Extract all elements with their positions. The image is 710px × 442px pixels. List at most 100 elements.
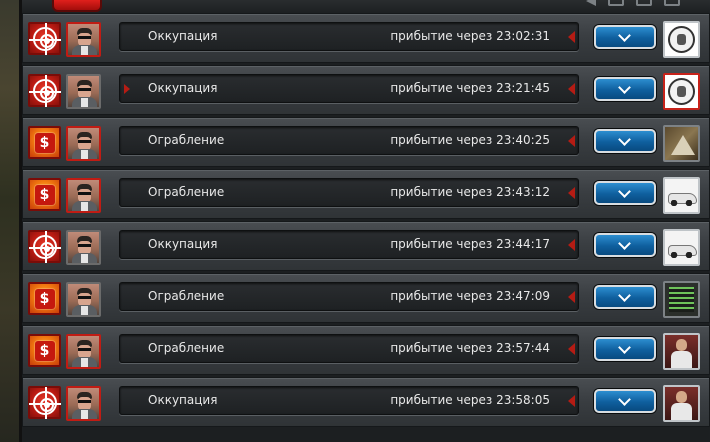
arrival-time: прибытие через 23:47:09: [390, 289, 550, 303]
top-toolbar: [22, 0, 710, 14]
arrow-left-icon: [568, 239, 575, 251]
target-thumbnail[interactable]: [663, 125, 700, 162]
back-arrow-icon[interactable]: [586, 0, 596, 6]
target-thumbnail[interactable]: [663, 385, 700, 422]
arrival-time: прибытие через 23:57:44: [390, 341, 550, 355]
target-icon: [28, 22, 61, 55]
mission-row: Оккупация прибытие через 23:02:31: [22, 13, 710, 63]
target-thumbnail[interactable]: [663, 21, 700, 58]
arrow-left-icon: [568, 291, 575, 303]
mission-info-bar[interactable]: Ограбление прибытие через 23:40:25: [119, 126, 579, 155]
avatar[interactable]: [66, 386, 101, 421]
dollar-icon: $: [34, 288, 55, 309]
target-thumbnail[interactable]: [663, 229, 700, 266]
arrival-time: прибытие через 23:40:25: [390, 133, 550, 147]
target-thumbnail[interactable]: [663, 281, 700, 318]
expand-button[interactable]: [594, 181, 656, 205]
chevron-down-icon: [618, 133, 631, 146]
avatar[interactable]: [66, 22, 101, 57]
top-toolbar-icons: [586, 0, 680, 6]
expand-button[interactable]: [594, 77, 656, 101]
car-icon: [665, 179, 698, 212]
mission-info-bar[interactable]: Ограбление прибытие через 23:57:44: [119, 334, 579, 363]
expand-button[interactable]: [594, 129, 656, 153]
mission-name: Ограбление: [148, 289, 225, 303]
mission-info-bar[interactable]: Оккупация прибытие через 23:58:05: [119, 386, 579, 415]
portrait-icon: [665, 335, 698, 368]
avatar[interactable]: [66, 230, 101, 265]
avatar[interactable]: [66, 334, 101, 369]
mission-name: Ограбление: [148, 185, 225, 199]
target-icon: [28, 74, 61, 107]
dollar-icon: $: [34, 184, 55, 205]
mission-type-badge: [28, 74, 61, 107]
target-icon: [28, 386, 61, 419]
avatar[interactable]: [66, 74, 101, 109]
avatar[interactable]: [66, 126, 101, 161]
arrow-left-icon: [568, 395, 575, 407]
mission-row: Оккупация прибытие через 23:44:17: [22, 221, 710, 271]
window-icon[interactable]: [608, 0, 624, 6]
mission-type-badge: $: [28, 178, 61, 211]
expand-button[interactable]: [594, 337, 656, 361]
mission-type-badge: [28, 386, 61, 419]
chevron-down-icon: [618, 289, 631, 302]
mission-row: $ Ограбление прибытие через 23:43:12: [22, 169, 710, 219]
expand-button[interactable]: [594, 25, 656, 49]
chevron-down-icon: [618, 237, 631, 250]
arrival-time: прибытие через 23:44:17: [390, 237, 550, 251]
target-thumbnail[interactable]: [663, 73, 700, 110]
expand-button[interactable]: [594, 285, 656, 309]
game-world-background: [0, 0, 22, 442]
chevron-down-icon: [618, 29, 631, 42]
target-icon: [28, 230, 61, 263]
screen-icon: [665, 283, 698, 316]
mission-name: Ограбление: [148, 341, 225, 355]
target-thumbnail[interactable]: [663, 177, 700, 214]
mission-type-badge: [28, 230, 61, 263]
mission-type-badge: $: [28, 126, 61, 159]
arrow-left-icon: [568, 343, 575, 355]
arrow-left-icon: [568, 187, 575, 199]
mission-name: Оккупация: [148, 29, 218, 43]
arrow-left-icon: [568, 135, 575, 147]
emblem-icon: [668, 26, 695, 53]
pyramid-icon: [665, 127, 698, 160]
mission-type-badge: $: [28, 282, 61, 315]
mission-row: $ Ограбление прибытие через 23:47:09: [22, 273, 710, 323]
mission-info-bar[interactable]: Оккупация прибытие через 23:21:45: [119, 74, 579, 103]
arrow-left-icon: [568, 31, 575, 43]
chevron-down-icon: [618, 393, 631, 406]
mission-type-badge: $: [28, 334, 61, 367]
dollar-icon: $: [34, 132, 55, 153]
mission-name: Оккупация: [148, 81, 218, 95]
arrival-time: прибытие через 23:43:12: [390, 185, 550, 199]
chevron-down-icon: [618, 185, 631, 198]
mission-row: $ Ограбление прибытие через 23:40:25: [22, 117, 710, 167]
window-icon[interactable]: [664, 0, 680, 6]
arrival-time: прибытие через 23:02:31: [390, 29, 550, 43]
mission-type-badge: [28, 22, 61, 55]
mission-list: Оккупация прибытие через 23:02:31 Оккупа…: [22, 13, 710, 429]
target-thumbnail[interactable]: [663, 333, 700, 370]
avatar[interactable]: [66, 178, 101, 213]
mission-info-bar[interactable]: Оккупация прибытие через 23:02:31: [119, 22, 579, 51]
chevron-down-icon: [618, 341, 631, 354]
top-red-tab[interactable]: [52, 0, 102, 12]
mission-row: Оккупация прибытие через 23:21:45: [22, 65, 710, 115]
emblem-icon: [668, 78, 695, 105]
mission-info-bar[interactable]: Ограбление прибытие через 23:43:12: [119, 178, 579, 207]
window-icon[interactable]: [636, 0, 652, 6]
portrait-icon: [665, 387, 698, 420]
expand-button[interactable]: [594, 389, 656, 413]
mission-info-bar[interactable]: Оккупация прибытие через 23:44:17: [119, 230, 579, 259]
avatar[interactable]: [66, 282, 101, 317]
chevron-down-icon: [618, 81, 631, 94]
arrival-time: прибытие через 23:58:05: [390, 393, 550, 407]
mission-row: Оккупация прибытие через 23:58:05: [22, 377, 710, 427]
arrow-left-icon: [568, 83, 575, 95]
expand-button[interactable]: [594, 233, 656, 257]
mission-row: $ Ограбление прибытие через 23:57:44: [22, 325, 710, 375]
mission-info-bar[interactable]: Ограбление прибытие через 23:47:09: [119, 282, 579, 311]
mission-name: Оккупация: [148, 393, 218, 407]
